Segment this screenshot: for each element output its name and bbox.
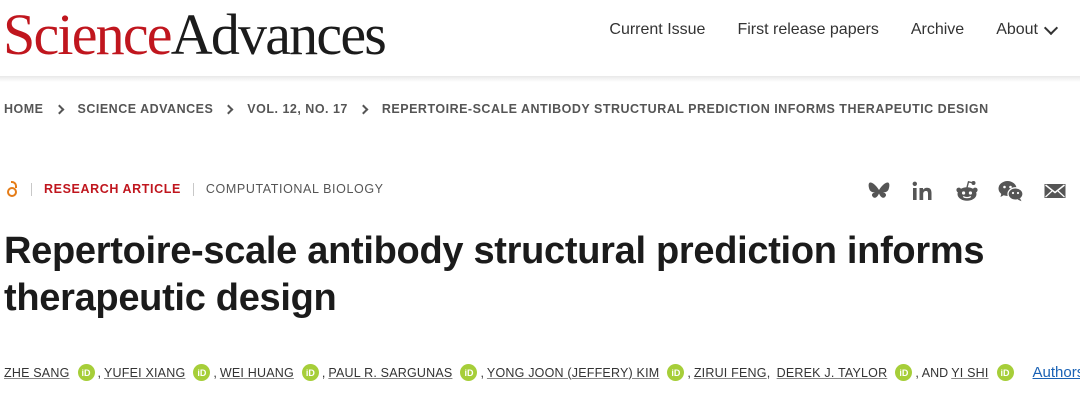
breadcrumb-home[interactable]: HOME <box>4 102 44 116</box>
orcid-icon[interactable]: iD <box>667 364 685 381</box>
orcid-icon[interactable]: iD <box>77 364 95 381</box>
author-name[interactable]: YONG JOON (JEFFERY) KIM <box>487 366 659 380</box>
author-name[interactable]: YI SHI <box>951 366 988 380</box>
logo-science: Science <box>3 2 173 67</box>
author-name[interactable]: DEREK J. TAYLOR <box>777 366 888 380</box>
article-title: Repertoire-scale antibody structural pre… <box>4 230 985 319</box>
meta-separator <box>192 182 194 196</box>
share-toolbar <box>866 178 1068 204</box>
top-navigation: Current Issue First release papers Archi… <box>609 20 1059 39</box>
site-header: ScienceAdvances Current Issue First rele… <box>0 0 1080 76</box>
chevron-right-icon <box>54 104 64 114</box>
meta-separator <box>31 182 32 196</box>
header-divider <box>0 76 1080 82</box>
bluesky-icon[interactable] <box>866 178 892 204</box>
logo-advances: Advances <box>170 2 387 67</box>
article-type: RESEARCH ARTICLE <box>44 182 181 196</box>
email-icon[interactable] <box>1042 178 1068 204</box>
author-name[interactable]: ZHE SANG <box>4 366 70 380</box>
chevron-right-icon <box>358 104 369 114</box>
author-name[interactable]: YUFEI XIANG <box>104 366 185 380</box>
nav-about-label: About <box>996 21 1038 38</box>
orcid-icon[interactable]: iD <box>193 364 211 381</box>
author-name[interactable]: PAUL R. SARGUNAS <box>328 366 452 380</box>
author-list: ZHE SANG iD, YUFEI XIANG iD, WEI HUANG i… <box>4 364 1080 381</box>
nav-first-release-papers[interactable]: First release papers <box>737 21 878 39</box>
chevron-right-icon <box>223 104 234 114</box>
orcid-icon[interactable]: iD <box>460 364 478 381</box>
breadcrumb-article: REPERTOIRE-SCALE ANTIBODY STRUCTURAL PRE… <box>381 102 989 116</box>
breadcrumb: HOME SCIENCE ADVANCES VOL. 12, NO. 17 RE… <box>4 102 989 116</box>
article-meta: RESEARCH ARTICLE COMPUTATIONAL BIOLOGY <box>6 180 384 198</box>
article-subject[interactable]: COMPUTATIONAL BIOLOGY <box>206 182 384 196</box>
author-conjunction: AND <box>921 365 949 380</box>
nav-current-issue[interactable]: Current Issue <box>609 21 705 39</box>
breadcrumb-journal[interactable]: SCIENCE ADVANCES <box>78 102 214 116</box>
chevron-down-icon <box>1043 20 1059 35</box>
nav-archive[interactable]: Archive <box>911 21 964 39</box>
orcid-icon[interactable]: iD <box>301 364 319 381</box>
author-name[interactable]: WEI HUANG <box>220 366 294 380</box>
orcid-icon[interactable]: iD <box>996 364 1014 381</box>
science-advances-logo[interactable]: ScienceAdvances <box>3 2 387 67</box>
wechat-icon[interactable] <box>998 178 1024 204</box>
author-name[interactable]: ZIRUI FENG <box>694 366 767 380</box>
nav-about[interactable]: About <box>996 20 1059 39</box>
authors-info-link[interactable]: Authors <box>1033 364 1080 381</box>
reddit-icon[interactable] <box>954 178 980 204</box>
open-access-icon <box>6 180 19 198</box>
breadcrumb-issue[interactable]: VOL. 12, NO. 17 <box>247 102 348 116</box>
orcid-icon[interactable]: iD <box>895 364 913 381</box>
linkedin-icon[interactable] <box>910 178 936 204</box>
